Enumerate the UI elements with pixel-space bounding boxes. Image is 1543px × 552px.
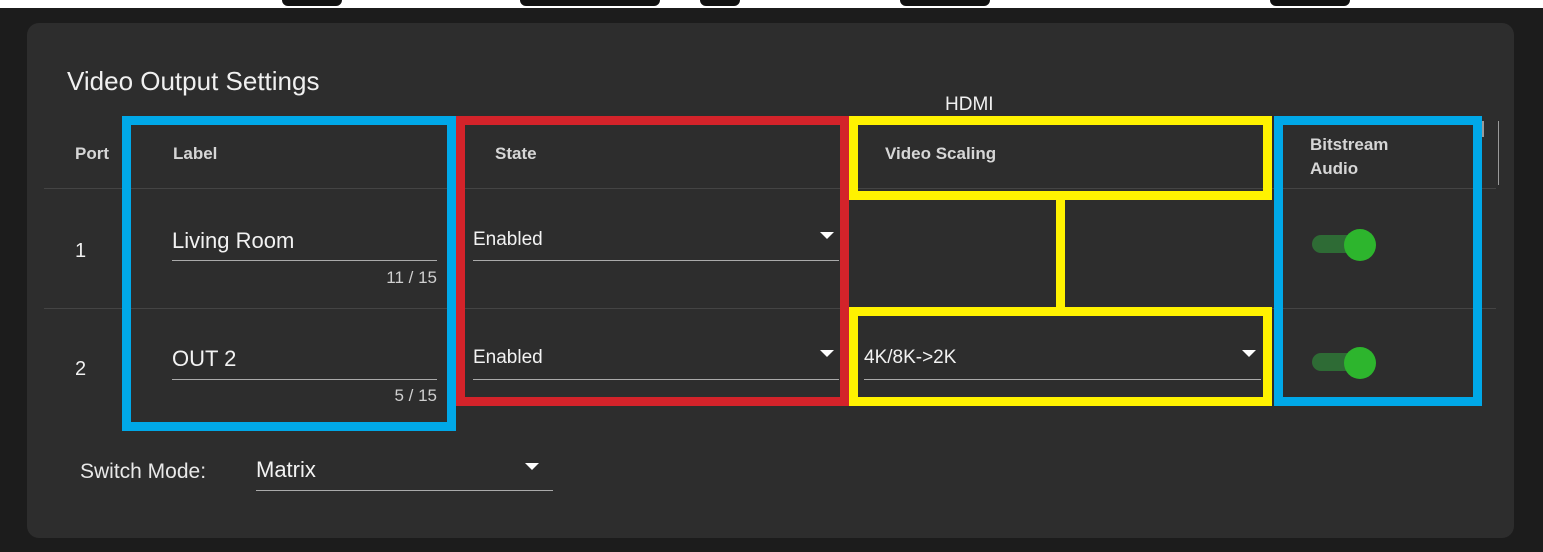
panel-title: Video Output Settings bbox=[67, 66, 320, 96]
column-separator-mark bbox=[1498, 121, 1499, 185]
switch-mode-underline bbox=[256, 490, 553, 491]
column-separator-mark bbox=[1482, 121, 1484, 137]
video-scaling-row2-highlight bbox=[849, 307, 1272, 406]
banner-text-fragment bbox=[520, 0, 660, 6]
hdmi-group-header: HDMI bbox=[945, 94, 994, 115]
bitstream-column-highlight bbox=[1274, 116, 1482, 406]
banner-text-fragment bbox=[900, 0, 990, 6]
switch-mode-select[interactable]: Matrix bbox=[256, 457, 316, 483]
top-banner-strip bbox=[0, 0, 1543, 8]
banner-text-fragment bbox=[700, 0, 740, 6]
caret-down-icon[interactable] bbox=[525, 463, 539, 470]
banner-text-fragment bbox=[282, 0, 342, 6]
video-scaling-header-highlight bbox=[849, 116, 1272, 200]
row-1-port: 1 bbox=[75, 240, 87, 262]
state-column-highlight bbox=[456, 116, 849, 406]
label-column-highlight bbox=[122, 116, 456, 431]
switch-mode-label: Switch Mode: bbox=[80, 460, 207, 483]
row-2-port: 2 bbox=[75, 358, 87, 380]
banner-text-fragment bbox=[1270, 0, 1350, 6]
highlight-connector bbox=[1056, 200, 1065, 307]
column-header-port: Port bbox=[75, 144, 109, 163]
